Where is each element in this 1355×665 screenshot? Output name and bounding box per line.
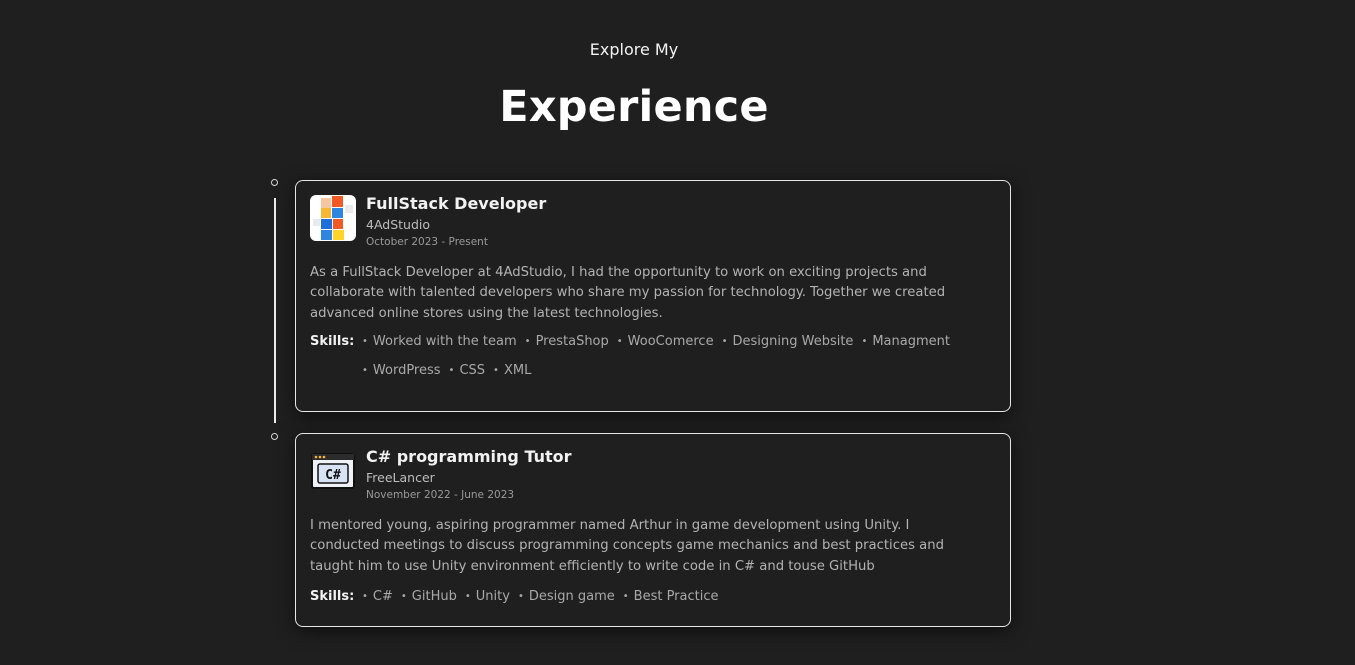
- experience-card: FullStack Developer 4AdStudio October 20…: [295, 180, 1011, 412]
- skill-item: Design game: [518, 587, 615, 608]
- section-title: Experience: [499, 82, 769, 132]
- csharp-window-icon: C#: [310, 448, 356, 494]
- skill-list: Worked with the team PrestaShop WooComer…: [362, 332, 992, 382]
- 4adstudio-logo-icon: [310, 195, 356, 241]
- skill-item: WordPress: [362, 361, 441, 382]
- timeline-dot: [271, 433, 278, 440]
- skill-item: Unity: [465, 587, 510, 608]
- skill-item: C#: [362, 587, 393, 608]
- svg-text:C#: C#: [325, 468, 341, 483]
- job-title: FullStack Developer: [366, 194, 547, 213]
- section-subtitle: Explore My: [589, 40, 679, 59]
- skill-item: Best Practice: [623, 587, 719, 608]
- skill-item: Designing Website: [722, 332, 853, 353]
- skill-item: Worked with the team: [362, 332, 517, 353]
- skills-row: Skills: C# GitHub Unity Design game Best…: [310, 587, 992, 608]
- job-dates: November 2022 - June 2023: [366, 489, 515, 501]
- job-description: I mentored young, aspiring programmer na…: [310, 518, 944, 574]
- job-title: C# programming Tutor: [366, 447, 572, 466]
- skill-item: WooComerce: [617, 332, 714, 353]
- timeline-line: [274, 198, 276, 423]
- skill-list: C# GitHub Unity Design game Best Practic…: [362, 587, 992, 608]
- skill-item: GitHub: [401, 587, 457, 608]
- skill-item: Managment: [861, 332, 950, 353]
- skills-label: Skills:: [310, 589, 355, 604]
- skill-item: PrestaShop: [525, 332, 609, 353]
- skills-row: Skills: Worked with the team PrestaShop …: [310, 332, 992, 382]
- job-description: As a FullStack Developer at 4AdStudio, I…: [310, 265, 946, 321]
- experience-card: C# C# programming Tutor FreeLancer Novem…: [295, 433, 1011, 627]
- skills-label: Skills:: [310, 334, 355, 349]
- skill-item: CSS: [449, 361, 485, 382]
- skill-item: XML: [493, 361, 531, 382]
- company-name: 4AdStudio: [366, 217, 431, 232]
- company-name: FreeLancer: [366, 470, 435, 485]
- job-dates: October 2023 - Present: [366, 236, 488, 248]
- timeline-dot: [271, 179, 278, 186]
